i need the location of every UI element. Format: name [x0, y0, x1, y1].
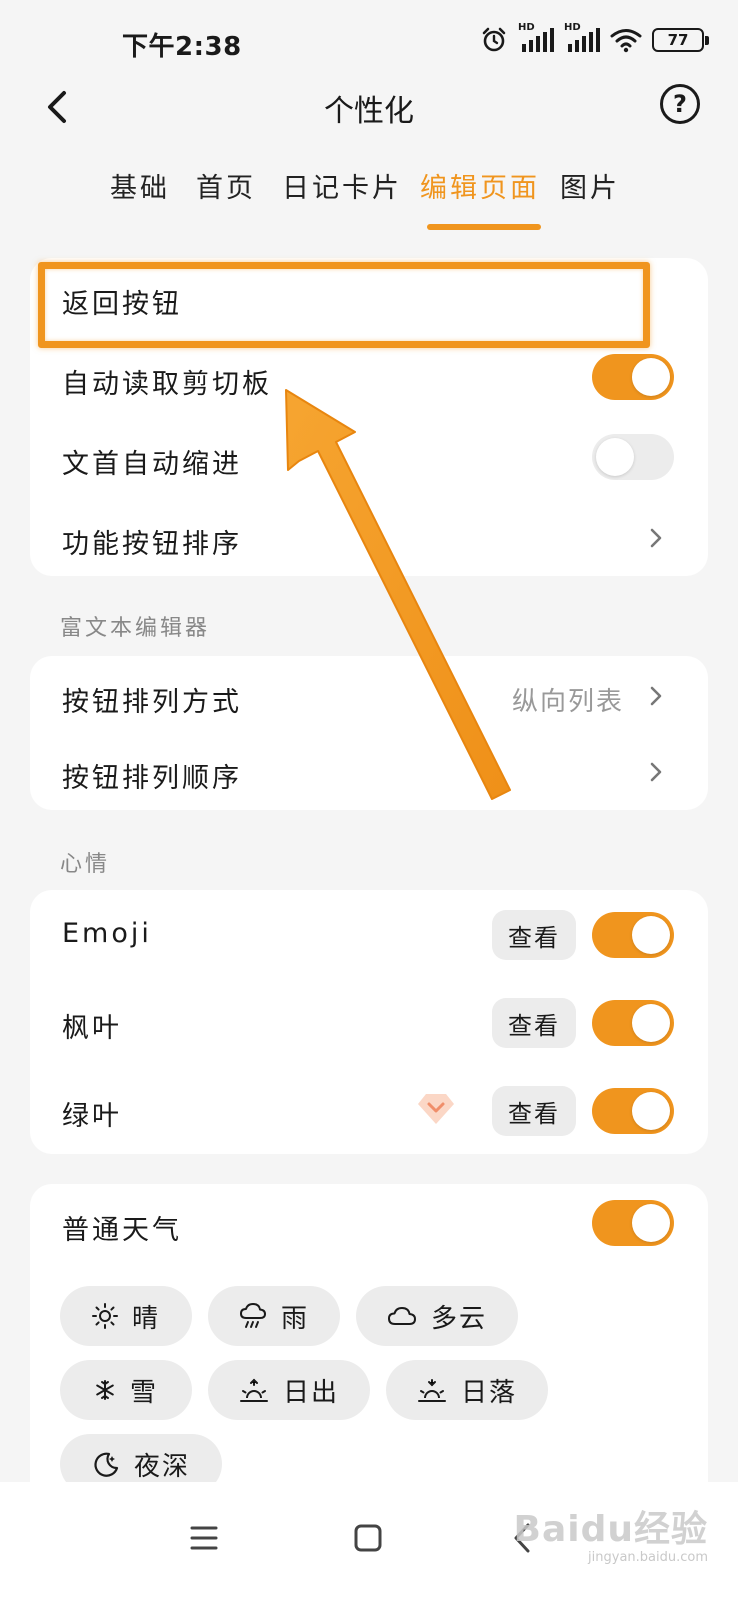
mood-card: Emoji 查看 枫叶 查看 绿叶 查看: [30, 890, 708, 1154]
tab-images[interactable]: 图片: [560, 166, 620, 205]
moon-icon: [94, 1452, 119, 1477]
tab-basic[interactable]: 基础: [110, 166, 170, 205]
sun-icon: [91, 1303, 118, 1329]
weather-toggle[interactable]: [592, 1200, 674, 1246]
chevron-right-icon: [650, 762, 662, 782]
menu-icon: [190, 1526, 218, 1550]
status-bar: 下午2:38 HD HD 77: [0, 0, 738, 80]
signal-1: HD: [518, 22, 554, 54]
watermark-main: Baidu经验: [513, 1509, 708, 1550]
row-label: 按钮排列顺序: [62, 763, 242, 794]
header: 个性化 ?: [0, 80, 738, 140]
view-button[interactable]: 查看: [492, 1086, 576, 1136]
tab-home[interactable]: 首页: [196, 166, 256, 205]
signal-icon: [568, 28, 600, 52]
battery-icon: 77: [652, 28, 709, 52]
sunset-icon: [417, 1379, 446, 1402]
watermark: Baidu经验 jingyan.baidu.com: [514, 1500, 708, 1565]
chip-label: 多云: [430, 1303, 487, 1334]
weather-chip-cloudy[interactable]: 多云: [356, 1286, 518, 1346]
mood-row-maple: 枫叶 查看: [30, 982, 708, 1062]
auto-indent-row: 文首自动缩进: [30, 418, 708, 498]
weather-row: 普通天气: [30, 1184, 708, 1264]
row-label: 文首自动缩进: [62, 449, 242, 480]
weather-card: 普通天气 晴 雨 多云 雪 日出 日落 夜深: [30, 1184, 708, 1504]
alarm-icon: [482, 27, 506, 52]
signal-2: HD: [564, 22, 600, 54]
chevron-right-icon: [650, 686, 662, 706]
chip-label: 日出: [282, 1377, 339, 1408]
mood-row-emoji: Emoji 查看: [30, 894, 708, 974]
button-layout-row[interactable]: 按钮排列方式 纵向列表: [30, 656, 708, 736]
active-tab-indicator: [427, 224, 541, 230]
chip-label: 晴: [131, 1303, 160, 1334]
weather-chip-sunny[interactable]: 晴: [60, 1286, 192, 1346]
snow-icon: [96, 1380, 114, 1400]
tab-bar: 基础 首页 日记卡片 编辑页面 图片: [0, 160, 738, 232]
auto-indent-toggle[interactable]: [592, 434, 674, 480]
chevron-right-icon: [650, 528, 662, 548]
green-leaf-toggle[interactable]: [592, 1088, 674, 1134]
highlight-annotation-box: [38, 262, 650, 348]
chip-label: 日落: [460, 1377, 517, 1408]
row-label: 绿叶: [62, 1101, 122, 1132]
weather-chip-rain[interactable]: 雨: [208, 1286, 340, 1346]
rich-text-card: 按钮排列方式 纵向列表 按钮排列顺序: [30, 656, 708, 810]
view-button[interactable]: 查看: [492, 910, 576, 960]
row-label: 按钮排列方式: [62, 687, 242, 718]
button-sequence-row[interactable]: 按钮排列顺序: [30, 732, 708, 812]
chip-label: 雨: [280, 1303, 309, 1334]
weather-chip-sunrise[interactable]: 日出: [208, 1360, 370, 1420]
sunrise-icon: [239, 1378, 268, 1402]
emoji-toggle[interactable]: [592, 912, 674, 958]
section-title-rich-text: 富文本编辑器: [60, 616, 211, 641]
auto-clipboard-toggle[interactable]: [592, 354, 674, 400]
maple-toggle[interactable]: [592, 1000, 674, 1046]
help-button[interactable]: ?: [660, 84, 700, 124]
row-label: Emoji: [62, 918, 152, 949]
wifi-icon: [610, 29, 642, 53]
rain-icon: [239, 1303, 266, 1328]
chip-label: 雪: [129, 1377, 158, 1408]
button-layout-value: 纵向列表: [511, 687, 624, 717]
chip-label: 夜深: [133, 1451, 190, 1482]
auto-clipboard-row: 自动读取剪切板: [30, 338, 708, 418]
tab-diary-card[interactable]: 日记卡片: [282, 166, 402, 205]
mood-row-green-leaf: 绿叶 查看: [30, 1070, 708, 1150]
home-button[interactable]: [340, 1510, 396, 1566]
row-label: 自动读取剪切板: [62, 369, 272, 400]
button-order-row[interactable]: 功能按钮排序: [30, 498, 708, 578]
status-time: 下午2:38: [122, 32, 242, 62]
section-title-mood: 心情: [60, 852, 111, 877]
row-label: 普通天气: [62, 1215, 182, 1246]
weather-chip-sunset[interactable]: 日落: [386, 1360, 548, 1420]
diamond-icon: [418, 1094, 454, 1124]
square-icon: [354, 1524, 382, 1552]
page-title: 个性化: [324, 94, 414, 129]
tab-edit-page[interactable]: 编辑页面: [420, 166, 540, 205]
cloud-icon: [387, 1307, 416, 1325]
watermark-sub: jingyan.baidu.com: [588, 1550, 708, 1565]
view-button[interactable]: 查看: [492, 998, 576, 1048]
help-icon: ?: [673, 90, 687, 118]
signal-icon: [522, 28, 554, 52]
recent-apps-button[interactable]: [176, 1510, 232, 1566]
status-icons: HD HD 77: [480, 22, 709, 54]
row-label: 功能按钮排序: [62, 529, 242, 560]
weather-chip-snow[interactable]: 雪: [60, 1360, 192, 1420]
row-label: 枫叶: [62, 1013, 122, 1044]
